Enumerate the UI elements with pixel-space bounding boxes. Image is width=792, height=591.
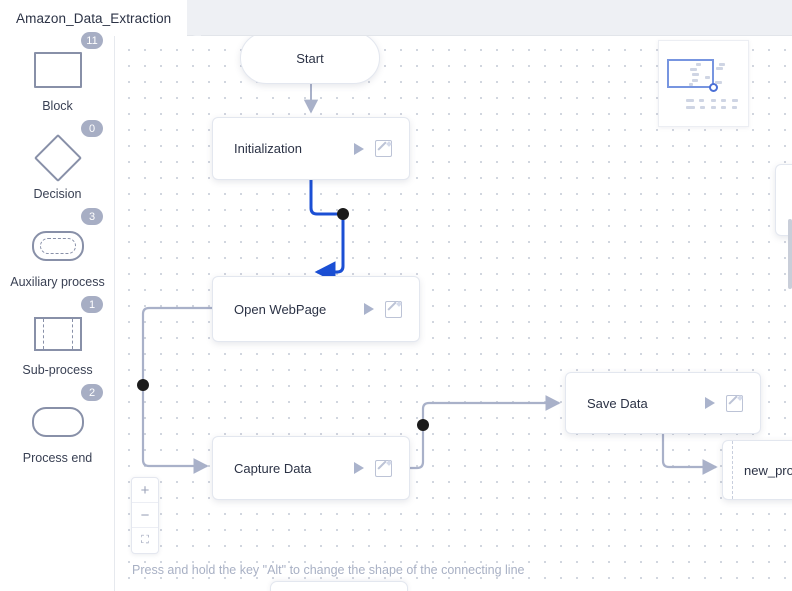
minimap-node-marker [732,106,737,109]
minimap-node-marker [716,67,723,70]
bottom-toolbar-peek[interactable] [270,581,408,591]
node-start[interactable]: Start [240,36,380,84]
node-newproc[interactable]: new_pro [722,440,792,500]
canvas-hint-text: Press and hold the key "Alt" to change t… [132,563,525,577]
palette-item-count-badge: 11 [81,32,103,49]
node-actions [354,140,409,157]
minimap-node-marker [689,83,693,86]
palette-item-block[interactable]: 11 Block [0,32,115,124]
play-icon[interactable] [364,303,374,315]
node-label: Start [296,50,324,66]
minimap-node-marker [721,106,726,109]
panel-scrollbar[interactable] [788,219,792,289]
flowchart-editor-window: Amazon_Data_Extraction 11 Block 0 Decision 3… [0,0,792,591]
play-icon[interactable] [354,462,364,474]
palette-shape-wrap [29,402,87,442]
subprocess-shape-icon [33,317,82,351]
play-icon[interactable] [354,142,364,155]
node-label: Capture Data [234,460,312,476]
palette-item-sub-process[interactable]: 1 Sub-process [0,296,115,388]
edge-openwebpage-to-capturedata [141,306,212,474]
palette-item-count-badge: 2 [81,384,103,401]
fit-view-icon: ⛶ [141,534,149,546]
node-label: Save Data [587,395,648,411]
minimap-node-marker [711,106,716,109]
node-actions [354,459,409,477]
edge-savedata-to-newprocess [661,434,718,475]
rectangle-shape-icon [33,52,82,88]
minimap-node-marker [686,106,695,109]
minimap-node-marker [715,81,722,84]
palette-item-process-end[interactable]: 2 Process end [0,384,115,476]
node-openweb[interactable]: Open WebPage [212,276,420,342]
palette-item-label: Auxiliary process [10,275,105,289]
tab-corner [187,24,202,36]
fit-view-button[interactable]: ⛶ [132,528,158,553]
edge-initialization-to-openwebpage-a [309,180,343,216]
plus-icon: + [140,481,150,499]
palette-shape-wrap [29,133,87,183]
minimap[interactable] [658,40,749,127]
minimap-node-marker [690,68,697,71]
palette-item-decision[interactable]: 0 Decision [0,120,115,212]
node-init[interactable]: Initialization [212,117,410,180]
flowchart-canvas[interactable]: + − ⛶ Press and hold the key "Alt" to ch… [115,36,792,591]
edge-initialization-to-openwebpage-b [314,214,345,283]
edit-icon[interactable] [726,394,743,412]
minimap-node-marker [705,76,710,79]
shape-palette: 11 Block 0 Decision 3 Auxiliary process 1 Sub-p… [0,32,115,591]
node-actions [705,394,760,412]
palette-item-label: Sub-process [22,363,93,377]
edge-waypoint-dot-left [137,379,149,391]
diamond-shape-icon [33,133,82,183]
node-label: Initialization [234,141,302,156]
minimap-node-marker [700,106,705,109]
minimap-node-marker [721,99,726,102]
tab-amazon-data-extraction[interactable]: Amazon_Data_Extraction [0,0,188,36]
minus-icon: − [140,506,150,524]
palette-shape-wrap [29,50,87,90]
stadium-dashed-shape-icon [31,231,84,261]
zoom-in-button[interactable]: + [132,478,158,503]
palette-item-auxiliary-process[interactable]: 3 Auxiliary process [0,208,115,300]
zoom-out-button[interactable]: − [132,503,158,528]
minimap-node-marker [719,63,725,66]
palette-shape-wrap [29,226,87,266]
minimap-node-marker [696,63,701,66]
zoom-controls: + − ⛶ [131,477,159,554]
palette-item-count-badge: 3 [81,208,103,225]
edit-icon[interactable] [375,459,392,477]
minimap-node-marker [711,99,716,102]
stadium-shape-icon [31,407,84,437]
palette-item-count-badge: 1 [81,296,103,313]
palette-shape-wrap [29,314,87,354]
palette-item-count-badge: 0 [81,120,103,137]
minimap-node-marker [692,73,699,76]
edge-waypoint-dot-right [417,419,429,431]
palette-item-label: Decision [33,187,82,201]
minimap-resize-handle[interactable] [709,83,718,92]
edit-icon[interactable] [385,300,402,318]
minimap-node-marker [692,79,698,82]
edge-waypoint-dot-blue [337,208,349,220]
node-capture[interactable]: Capture Data [212,436,410,500]
node-savedata[interactable]: Save Data [565,372,761,434]
edge-capturedata-to-savedata [410,395,561,470]
node-actions [364,300,419,318]
palette-item-label: Process end [22,451,93,465]
minimap-node-marker [732,99,738,102]
play-icon[interactable] [705,397,715,409]
tab-label: Amazon_Data_Extraction [16,10,172,26]
palette-item-label: Block [42,99,73,113]
tab-bar: Amazon_Data_Extraction [0,0,792,36]
node-label: Open WebPage [234,301,327,317]
minimap-node-marker [699,99,704,102]
edit-icon[interactable] [375,140,392,157]
node-label: new_pro [744,462,792,478]
minimap-node-marker [686,99,694,102]
